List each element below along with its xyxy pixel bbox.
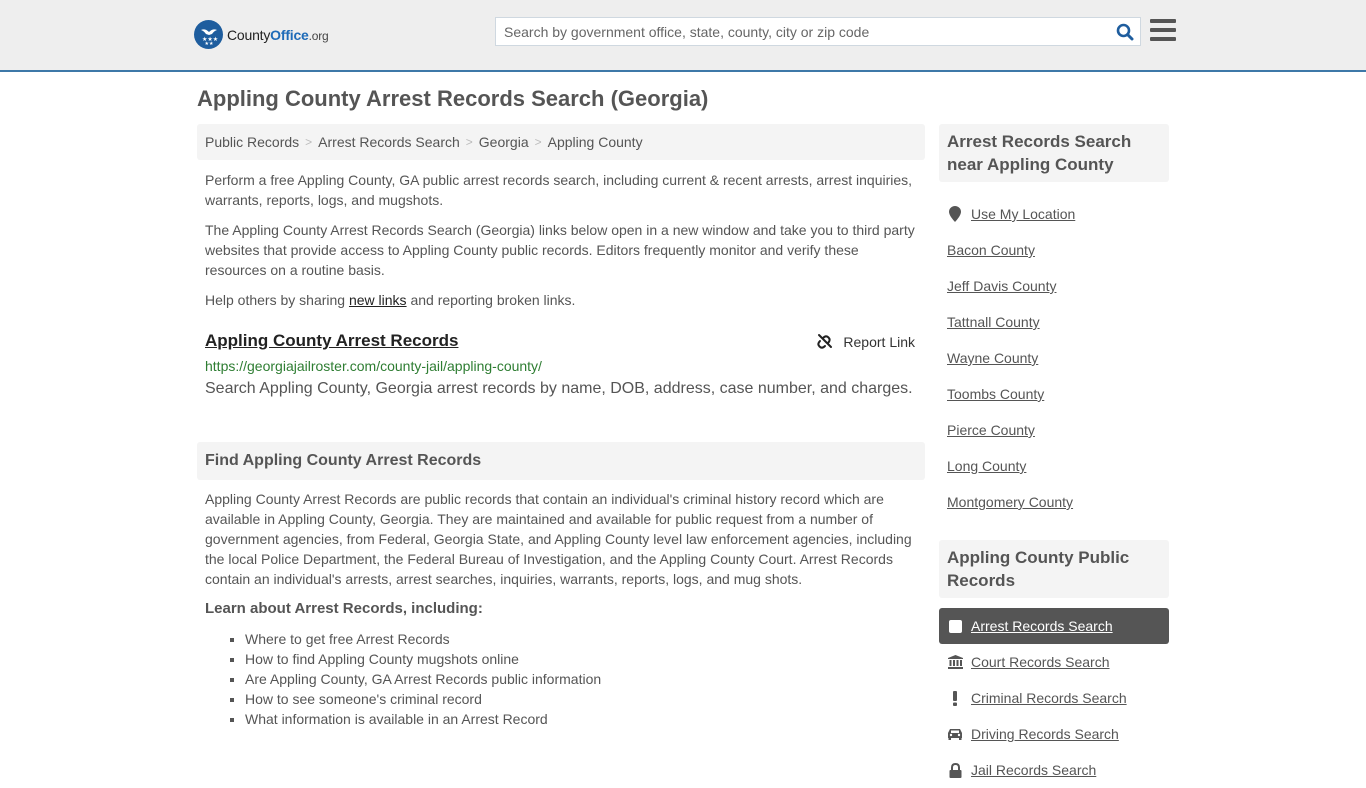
search-bar — [495, 17, 1141, 46]
exclamation-icon — [947, 690, 963, 706]
nearby-county-item[interactable]: Pierce County — [939, 412, 1169, 448]
search-input[interactable] — [496, 18, 1110, 45]
lock-icon — [947, 762, 963, 778]
nearby-county-item[interactable]: Jeff Davis County — [939, 268, 1169, 304]
broken-link-icon — [817, 334, 833, 349]
sidebar-link-court-records[interactable]: Court Records Search — [971, 654, 1110, 670]
breadcrumb-separator: > — [534, 135, 542, 149]
breadcrumb-appling-county[interactable]: Appling County — [548, 134, 643, 150]
search-button[interactable] — [1110, 18, 1140, 45]
svg-text:★★: ★★ — [204, 41, 213, 46]
learn-item: How to find Appling County mugshots onli… — [245, 649, 925, 669]
site-logo[interactable]: ★★★ ★★ CountyOffice.org — [194, 20, 329, 49]
nearby-county-item[interactable]: Montgomery County — [939, 484, 1169, 520]
breadcrumb-separator: > — [305, 135, 313, 149]
nearby-county-link[interactable]: Tattnall County — [947, 314, 1040, 330]
nearby-county-link[interactable]: Pierce County — [947, 422, 1035, 438]
sidebar-item-arrest-records[interactable]: Arrest Records Search — [939, 608, 1169, 644]
nearby-county-item[interactable]: Tattnall County — [939, 304, 1169, 340]
map-pin-icon — [947, 206, 963, 222]
report-link-label: Report Link — [843, 334, 915, 350]
find-records-body: Appling County Arrest Records are public… — [205, 491, 912, 587]
share-text-before: Help others by sharing — [205, 292, 349, 308]
nearby-county-link[interactable]: Long County — [947, 458, 1026, 474]
find-records-heading: Find Appling County Arrest Records — [197, 442, 925, 480]
nearby-heading: Arrest Records Search near Appling Count… — [939, 124, 1169, 182]
sidebar-link-arrest-records[interactable]: Arrest Records Search — [971, 618, 1113, 634]
nearby-county-item[interactable]: Toombs County — [939, 376, 1169, 412]
breadcrumb-arrest-records-search[interactable]: Arrest Records Search — [318, 134, 460, 150]
nearby-county-link[interactable]: Jeff Davis County — [947, 278, 1056, 294]
nearby-county-item[interactable]: Wayne County — [939, 340, 1169, 376]
logo-suffix: .org — [308, 28, 329, 43]
site-header: ★★★ ★★ CountyOffice.org — [0, 0, 1366, 72]
share-text-after: and reporting broken links. — [406, 292, 576, 308]
nearby-county-link[interactable]: Wayne County — [947, 350, 1038, 366]
report-link-button[interactable]: Report Link — [815, 333, 915, 351]
car-icon — [947, 728, 963, 740]
use-my-location-link[interactable]: Use My Location — [971, 206, 1075, 222]
share-links-paragraph: Help others by sharing new links and rep… — [197, 290, 925, 310]
logo-wordmark: CountyOffice.org — [227, 27, 329, 43]
breadcrumb-public-records[interactable]: Public Records — [205, 134, 299, 150]
square-icon — [947, 619, 963, 633]
nearby-county-link[interactable]: Bacon County — [947, 242, 1035, 258]
public-records-heading: Appling County Public Records — [939, 540, 1169, 598]
sidebar-item-court-records[interactable]: Court Records Search — [939, 644, 1169, 680]
breadcrumb-separator: > — [465, 135, 473, 149]
public-records-list: Arrest Records Search Court Records Sear… — [939, 608, 1169, 788]
learn-about-heading: Learn about Arrest Records, including: — [205, 600, 483, 617]
result-title-link[interactable]: Appling County Arrest Records — [205, 331, 458, 350]
result-description: Search Appling County, Georgia arrest re… — [205, 380, 913, 397]
sidebar-link-criminal-records[interactable]: Criminal Records Search — [971, 690, 1127, 706]
intro-paragraph: Perform a free Appling County, GA public… — [205, 172, 913, 208]
breadcrumb: Public Records > Arrest Records Search >… — [197, 124, 925, 160]
nearby-county-link[interactable]: Toombs County — [947, 386, 1044, 402]
page-title: Appling County Arrest Records Search (Ge… — [197, 86, 709, 111]
courthouse-icon — [947, 655, 963, 669]
main-content: Public Records > Arrest Records Search >… — [197, 124, 925, 729]
sidebar-item-criminal-records[interactable]: Criminal Records Search — [939, 680, 1169, 716]
search-result: Appling County Arrest Records Report Lin… — [197, 331, 925, 399]
nearby-county-item[interactable]: Long County — [939, 448, 1169, 484]
nearby-list: Use My Location Bacon County Jeff Davis … — [939, 196, 1169, 520]
hamburger-menu-icon[interactable] — [1150, 19, 1176, 41]
nearby-county-link[interactable]: Montgomery County — [947, 494, 1073, 510]
search-icon — [1116, 23, 1134, 40]
logo-office: Office — [270, 26, 309, 43]
breadcrumb-georgia[interactable]: Georgia — [479, 134, 529, 150]
result-url: https://georgiajailroster.com/county-jai… — [205, 358, 542, 374]
logo-prefix: County — [227, 26, 271, 43]
sidebar: Arrest Records Search near Appling Count… — [939, 124, 1169, 788]
sidebar-link-jail-records[interactable]: Jail Records Search — [971, 762, 1096, 778]
sidebar-item-driving-records[interactable]: Driving Records Search — [939, 716, 1169, 752]
eagle-stars-logo-icon: ★★★ ★★ — [194, 20, 223, 49]
disclaimer-paragraph: The Appling County Arrest Records Search… — [205, 222, 915, 278]
use-my-location-item[interactable]: Use My Location — [939, 196, 1169, 232]
new-links-link[interactable]: new links — [349, 292, 407, 308]
sidebar-item-jail-records[interactable]: Jail Records Search — [939, 752, 1169, 788]
learn-about-list: Where to get free Arrest Records How to … — [197, 629, 925, 729]
nearby-county-item[interactable]: Bacon County — [939, 232, 1169, 268]
sidebar-link-driving-records[interactable]: Driving Records Search — [971, 726, 1119, 742]
learn-item: Are Appling County, GA Arrest Records pu… — [245, 669, 925, 689]
learn-item: How to see someone's criminal record — [245, 689, 925, 709]
learn-item: Where to get free Arrest Records — [245, 629, 925, 649]
learn-item: What information is available in an Arre… — [245, 709, 925, 729]
